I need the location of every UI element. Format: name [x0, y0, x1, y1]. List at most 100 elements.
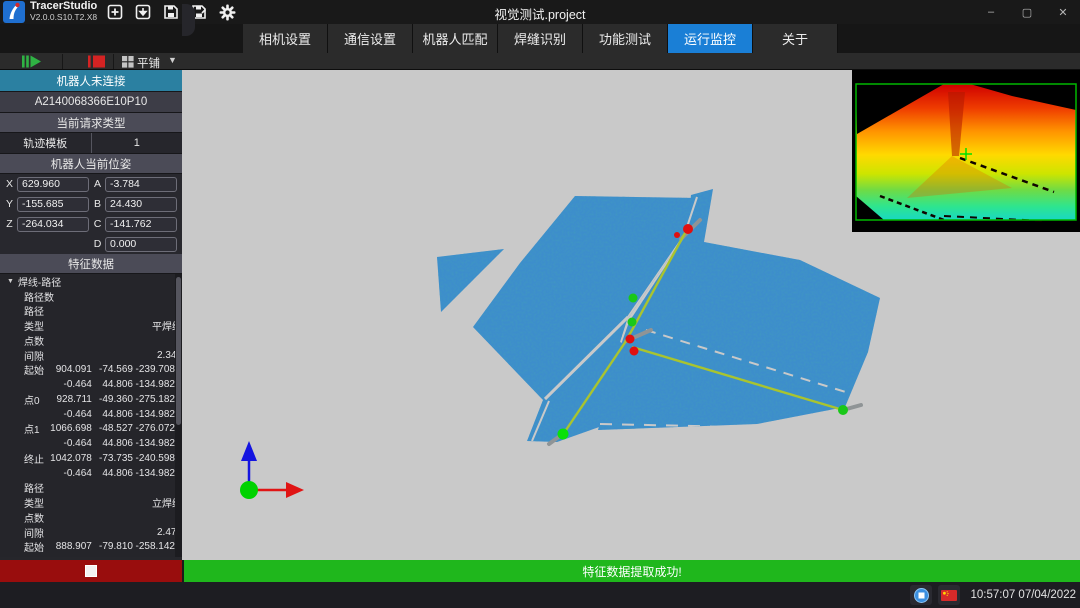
tree-row-label: 焊线-路径 [18, 274, 61, 289]
run-toolbar: 平铺 ▼ [0, 53, 1080, 70]
pose-field: B 24.430 [91, 194, 179, 214]
new-project-icon[interactable] [106, 3, 124, 21]
tree-row[interactable]: ▼ 间隙 2.341 [0, 348, 182, 363]
robot-sidebar: 机器人未连接 A2140068366E10P10 当前请求类型 轨迹模板 1 机… [0, 70, 182, 560]
clock: 10:57:07 07/04/2022 [970, 589, 1076, 601]
tree-row-label: 类型 [24, 495, 44, 510]
tree-row[interactable]: ▼ 类型 立焊缝 [0, 495, 182, 510]
tree-row[interactable]: ▼ 点1 1066.698 -48.527 -276.072 [0, 422, 182, 437]
axis-triad-icon [240, 441, 304, 499]
tree-scrollbar [175, 274, 182, 557]
save-icon[interactable] [162, 3, 180, 21]
title-bar: TracerStudio V2.0.0.S10.T2.X8 [0, 0, 1080, 24]
depth-heatmap-view[interactable] [852, 70, 1080, 232]
maximize-button[interactable]: ▢ [1016, 6, 1038, 19]
pose-value: -3.784 [105, 177, 177, 192]
tree-row[interactable]: ▼ 路径 1 [0, 304, 182, 319]
pose-field: A -3.784 [91, 174, 179, 194]
main-tab[interactable]: 运行监控 [668, 24, 753, 53]
tree-row[interactable]: ▼ 点数 2 [0, 510, 182, 525]
status-message: 特征数据提取成功! [582, 563, 681, 580]
pose-axis-label: Z [5, 218, 14, 230]
main-tab[interactable]: 焊缝识别 [498, 24, 583, 53]
tree-row[interactable]: ▼ -0.464 44.806 -134.982 [0, 377, 182, 392]
main-tab[interactable]: 相机设置 [243, 24, 328, 53]
pose-value: 24.430 [105, 197, 177, 212]
tree-row[interactable]: ▼ 路径数 4 [0, 289, 182, 304]
tree-row[interactable]: ▼ 路径 2 [0, 481, 182, 496]
pose-field [3, 234, 91, 254]
pose-axis-label: B [93, 198, 102, 210]
run-button[interactable] [22, 55, 42, 68]
alarm-bar [0, 560, 182, 582]
tree-row-label: 路径 [24, 480, 47, 495]
tree-row[interactable]: ▼ 间隙 2.474 [0, 525, 182, 540]
tree-row[interactable]: ▼ 起始 888.907 -79.810 -258.142 [0, 540, 182, 555]
pose-axis-label: D [93, 238, 102, 250]
tree-row[interactable]: ▼ 终止 1042.078 -73.735 -240.598 [0, 451, 182, 466]
tree-row[interactable]: ▼ -0.464 44.806 -134.982 [0, 407, 182, 422]
settings-gear-icon[interactable] [218, 3, 236, 21]
device-id: A2140068366E10P10 [0, 92, 182, 113]
pose-value: 0.000 [105, 237, 177, 252]
close-button[interactable]: ✕ [1052, 6, 1074, 19]
feature-data-tree: ▼ 焊线-路径 ▼ 路径数 4 ▼ 路径 1 ▼ 类型 [0, 274, 182, 557]
pose-value: -155.685 [17, 197, 89, 212]
tree-row-label: 路径数 [24, 289, 49, 304]
connection-status: 机器人未连接 [0, 70, 182, 92]
tree-row-label: 点1 [24, 421, 48, 436]
tab-label: 机器人匹配 [422, 29, 487, 48]
trajectory-template-label: 轨迹模板 [0, 133, 92, 153]
tree-row[interactable]: ▼ 点0 928.711 -49.360 -275.182 [0, 392, 182, 407]
tree-row-label: 终止 [24, 451, 48, 466]
tree-row-label: 类型 [24, 318, 44, 333]
ime-flag-icon[interactable] [938, 585, 960, 605]
pose-header: 机器人当前位姿 [0, 154, 182, 174]
main-tab[interactable]: 关于 [753, 24, 838, 53]
ime-globe-icon[interactable] [910, 585, 932, 605]
pose-axis-label: C [93, 218, 102, 230]
main-tab[interactable]: 通信设置 [328, 24, 413, 53]
main-tab[interactable]: 功能测试 [583, 24, 668, 53]
tab-label: 功能测试 [599, 29, 651, 48]
minimize-button[interactable]: – [980, 6, 1002, 18]
tree-caret-icon[interactable]: ▼ [7, 278, 14, 285]
main-tab[interactable]: 机器人匹配 [413, 24, 498, 53]
point-cloud [400, 180, 900, 460]
tree-row-label: 间隙 [24, 348, 44, 363]
tree-row[interactable]: ▼ 起始 904.091 -74.569 -239.708 [0, 363, 182, 378]
pose-value: 629.960 [17, 177, 89, 192]
tree-row-label: 点数 [24, 510, 47, 525]
layout-dropdown-arrow[interactable]: ▼ [168, 55, 177, 65]
tree-scrollbar-thumb[interactable] [176, 277, 181, 425]
tree-row[interactable]: ▼ 焊线-路径 [0, 274, 182, 289]
status-message-bar: 特征数据提取成功! [184, 560, 1080, 582]
tree-row[interactable]: ▼ 类型 平焊缝 [0, 318, 182, 333]
tab-label: 关于 [782, 29, 808, 48]
tree-row[interactable]: ▼ -0.464 44.806 -134.982 [0, 466, 182, 481]
layout-grid-icon [122, 56, 134, 68]
tab-strip: 相机设置 通信设置 机器人匹配 焊缝识别 功能测试 运行监控 关于 [243, 24, 838, 53]
tree-row[interactable]: ▼ -0.464 44.806 -134.982 [0, 436, 182, 451]
sidebar-collapse-handle[interactable] [182, 4, 195, 36]
tree-row[interactable]: ▼ 点数 2 [0, 333, 182, 348]
main-tab-bar: 相机设置 通信设置 机器人匹配 焊缝识别 功能测试 运行监控 关于 [0, 24, 1080, 53]
tree-row-label: 路径 [24, 303, 47, 318]
app-title: TracerStudio V2.0.0.S10.T2.X8 [30, 1, 97, 23]
stop-button[interactable] [88, 55, 106, 68]
layout-mode-label: 平铺 [137, 55, 160, 71]
trajectory-template-row: 轨迹模板 1 [0, 133, 182, 154]
alarm-checkbox[interactable] [85, 565, 97, 577]
app-logo-icon [3, 1, 25, 23]
status-bar: 10:57:07 07/04/2022 [0, 582, 1080, 608]
tracerstudio-window: TracerStudio V2.0.0.S10.T2.X8 [0, 0, 1080, 608]
pose-axis-label: Y [5, 198, 14, 210]
tab-label: 通信设置 [344, 29, 396, 48]
pose-grid: X 629.960 A -3.784 Y -155.685 B 24.430 Z… [0, 174, 182, 254]
depth-heatmap-image [852, 70, 1080, 232]
pose-axis-label: X [5, 178, 14, 190]
request-type-header: 当前请求类型 [0, 113, 182, 133]
open-project-icon[interactable] [134, 3, 152, 21]
pose-field: Z -264.034 [3, 214, 91, 234]
pose-value: -264.034 [17, 217, 89, 232]
